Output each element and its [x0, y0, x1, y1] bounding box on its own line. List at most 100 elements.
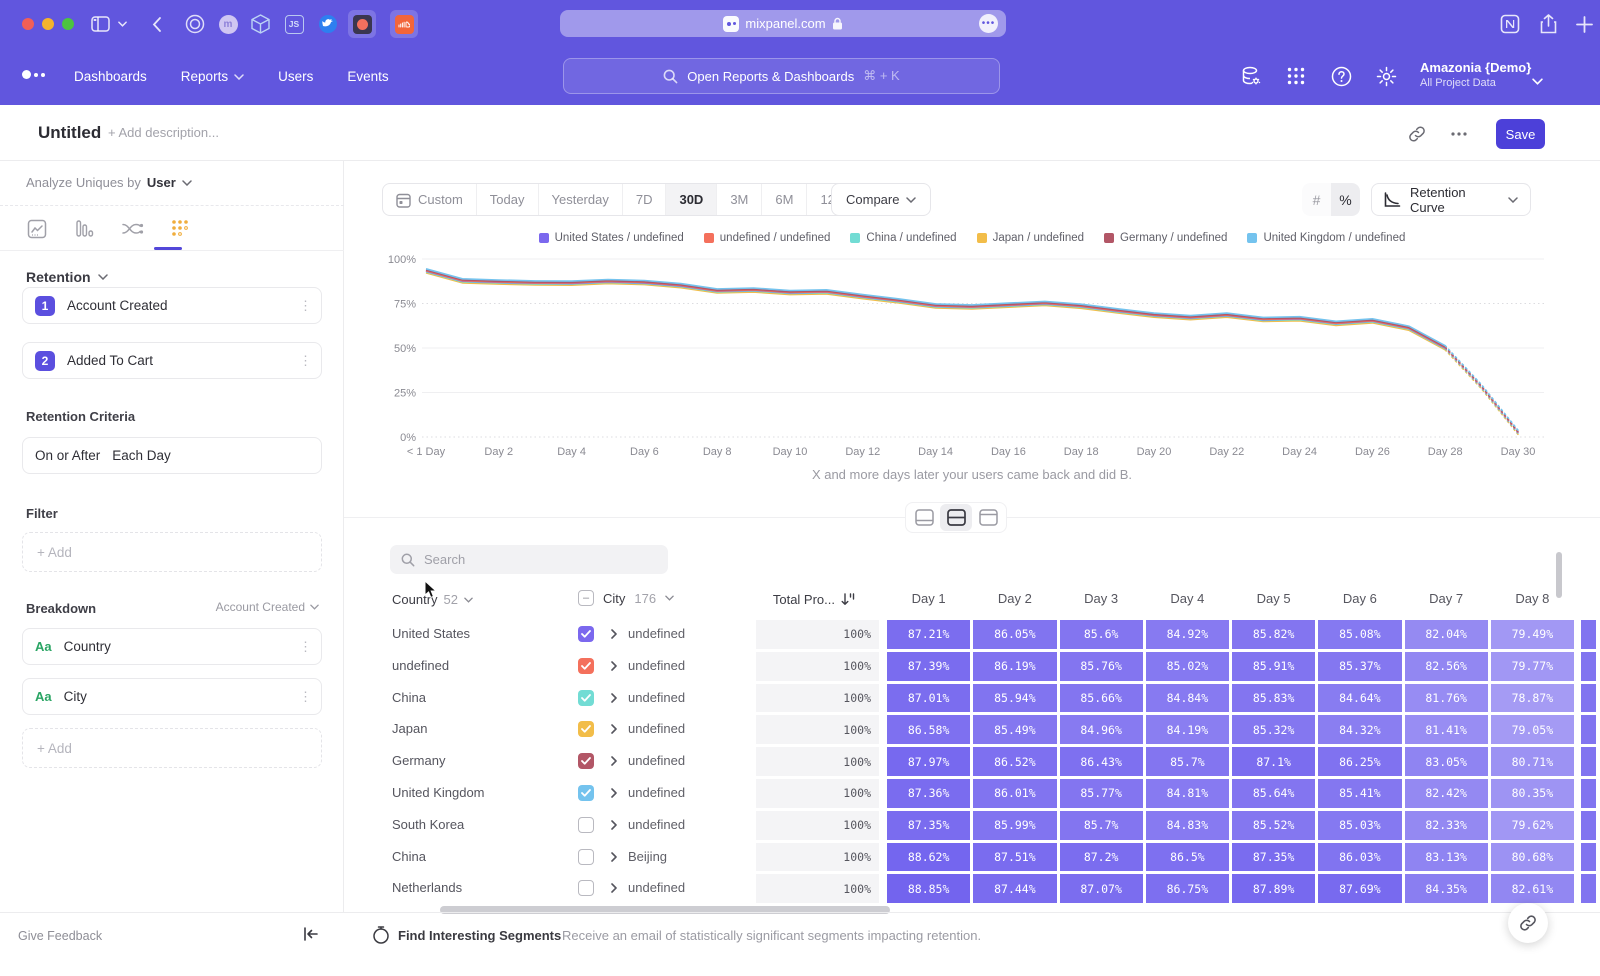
kebab-menu-icon[interactable]: ⋮ [299, 304, 309, 308]
browser-back-button[interactable] [144, 12, 168, 36]
apps-grid-icon[interactable] [1285, 65, 1307, 87]
expand-row-icon[interactable] [611, 788, 617, 801]
retention-value-cell-clipped[interactable] [1581, 620, 1596, 649]
retention-value-cell[interactable]: 87.35% [887, 811, 970, 840]
share-icon[interactable] [1536, 12, 1560, 36]
retention-value-cell[interactable]: 81.41% [1405, 715, 1488, 744]
retention-value-cell[interactable]: 88.62% [887, 843, 970, 872]
settings-gear-icon[interactable] [1375, 65, 1397, 87]
retention-value-cell[interactable]: 86.01% [973, 779, 1056, 808]
day-column-header[interactable]: Day 3 [1060, 591, 1143, 609]
city-column-header[interactable]: – City 176 [578, 590, 674, 606]
retention-value-cell-clipped[interactable] [1581, 684, 1596, 713]
retention-value-cell-clipped[interactable] [1581, 652, 1596, 681]
extension-soundcloud-icon[interactable] [390, 10, 418, 38]
tab-flows-icon[interactable] [122, 218, 144, 240]
nav-item-events[interactable]: Events [347, 69, 388, 84]
retention-value-cell[interactable]: 85.49% [973, 715, 1056, 744]
range-30d[interactable]: 30D [666, 184, 717, 215]
extension-cube-icon[interactable] [248, 12, 272, 36]
absolute-numbers-toggle[interactable]: # [1302, 183, 1331, 216]
range-6m[interactable]: 6M [762, 184, 807, 215]
expand-row-icon[interactable] [611, 820, 617, 833]
new-tab-icon[interactable] [1572, 12, 1596, 36]
retention-value-cell[interactable]: 82.33% [1405, 811, 1488, 840]
range-custom[interactable]: Custom [383, 184, 477, 215]
select-all-checkbox[interactable]: – [578, 590, 594, 606]
retention-value-cell[interactable]: 80.68% [1491, 843, 1574, 872]
range-3m[interactable]: 3M [717, 184, 762, 215]
retention-value-cell[interactable]: 87.01% [887, 684, 970, 713]
legend-item[interactable]: United Kingdom / undefined [1247, 232, 1405, 244]
retention-step-1[interactable]: 1Account Created⋮ [22, 287, 322, 324]
legend-item[interactable]: Germany / undefined [1104, 232, 1227, 244]
retention-value-cell[interactable]: 85.41% [1318, 779, 1401, 808]
expand-row-icon[interactable] [611, 852, 617, 865]
retention-value-cell[interactable]: 87.36% [887, 779, 970, 808]
row-checkbox[interactable] [578, 721, 594, 737]
retention-value-cell[interactable]: 87.89% [1232, 874, 1315, 903]
layout-table-only-button[interactable] [972, 504, 1004, 531]
row-checkbox[interactable] [578, 658, 594, 674]
collapse-sidebar-icon[interactable] [303, 927, 318, 946]
criteria-interval[interactable]: Each Day [112, 448, 171, 463]
retention-value-cell[interactable]: 87.44% [973, 874, 1056, 903]
total-column-header[interactable]: Total Pro... [700, 592, 855, 607]
retention-value-cell[interactable]: 82.61% [1491, 874, 1574, 903]
expand-row-icon[interactable] [611, 629, 617, 642]
retention-value-cell[interactable]: 84.92% [1146, 620, 1229, 649]
expand-row-icon[interactable] [611, 693, 617, 706]
breakdown-event-selector[interactable]: Account Created [216, 600, 319, 614]
retention-value-cell[interactable]: 86.52% [973, 747, 1056, 776]
retention-value-cell[interactable]: 86.25% [1318, 747, 1401, 776]
retention-value-cell[interactable]: 80.35% [1491, 779, 1574, 808]
tab-insights-icon[interactable] [26, 218, 48, 240]
retention-value-cell[interactable]: 86.75% [1146, 874, 1229, 903]
retention-value-cell[interactable]: 84.32% [1318, 715, 1401, 744]
nav-item-reports[interactable]: Reports [181, 69, 244, 84]
kebab-menu-icon[interactable]: ⋮ [299, 645, 309, 649]
extension-onepassword-icon[interactable] [183, 12, 207, 36]
retention-value-cell[interactable]: 84.83% [1146, 811, 1229, 840]
retention-value-cell-clipped[interactable] [1581, 779, 1596, 808]
add-breakdown-button[interactable]: + Add [22, 728, 322, 768]
range-today[interactable]: Today [477, 184, 539, 215]
retention-value-cell-clipped[interactable] [1581, 715, 1596, 744]
retention-value-cell[interactable]: 82.04% [1405, 620, 1488, 649]
retention-value-cell[interactable]: 82.56% [1405, 652, 1488, 681]
retention-section-header[interactable]: Retention [26, 269, 108, 285]
retention-value-cell[interactable]: 85.08% [1318, 620, 1401, 649]
expand-row-icon[interactable] [611, 724, 617, 737]
layout-split-button[interactable] [940, 504, 972, 531]
day-column-header[interactable]: Day 5 [1232, 591, 1315, 609]
give-feedback-link[interactable]: Give Feedback [18, 929, 102, 943]
retention-value-cell[interactable]: 80.71% [1491, 747, 1574, 776]
chart-type-selector[interactable]: Retention Curve [1371, 183, 1531, 216]
global-search-button[interactable]: Open Reports & Dashboards ⌘ + K [563, 58, 1000, 94]
breakdown-city[interactable]: AaCity⋮ [22, 678, 322, 715]
retention-value-cell[interactable]: 86.5% [1146, 843, 1229, 872]
add-description-button[interactable]: + Add description... [108, 125, 219, 140]
notion-extension-icon[interactable] [1498, 12, 1522, 36]
retention-value-cell[interactable]: 87.2% [1060, 843, 1143, 872]
retention-value-cell[interactable]: 86.05% [973, 620, 1056, 649]
row-checkbox[interactable] [578, 880, 594, 896]
day-column-header[interactable]: Day 2 [973, 591, 1056, 609]
help-icon[interactable] [1330, 65, 1352, 87]
retention-value-cell[interactable]: 85.03% [1318, 811, 1401, 840]
day-column-header[interactable]: Day 1 [887, 591, 970, 609]
sidebar-toggle-icon[interactable] [88, 12, 112, 36]
retention-value-cell-clipped[interactable] [1581, 874, 1596, 903]
more-options-icon[interactable] [1448, 123, 1470, 145]
retention-value-cell[interactable]: 79.62% [1491, 811, 1574, 840]
retention-value-cell[interactable]: 85.64% [1232, 779, 1315, 808]
expand-row-icon[interactable] [611, 756, 617, 769]
expand-row-icon[interactable] [611, 661, 617, 674]
range-7d[interactable]: 7D [623, 184, 667, 215]
nav-item-users[interactable]: Users [278, 69, 313, 84]
retention-value-cell[interactable]: 86.58% [887, 715, 970, 744]
retention-value-cell[interactable]: 84.35% [1405, 874, 1488, 903]
retention-value-cell[interactable]: 86.43% [1060, 747, 1143, 776]
retention-value-cell[interactable]: 85.7% [1146, 747, 1229, 776]
row-checkbox[interactable] [578, 849, 594, 865]
